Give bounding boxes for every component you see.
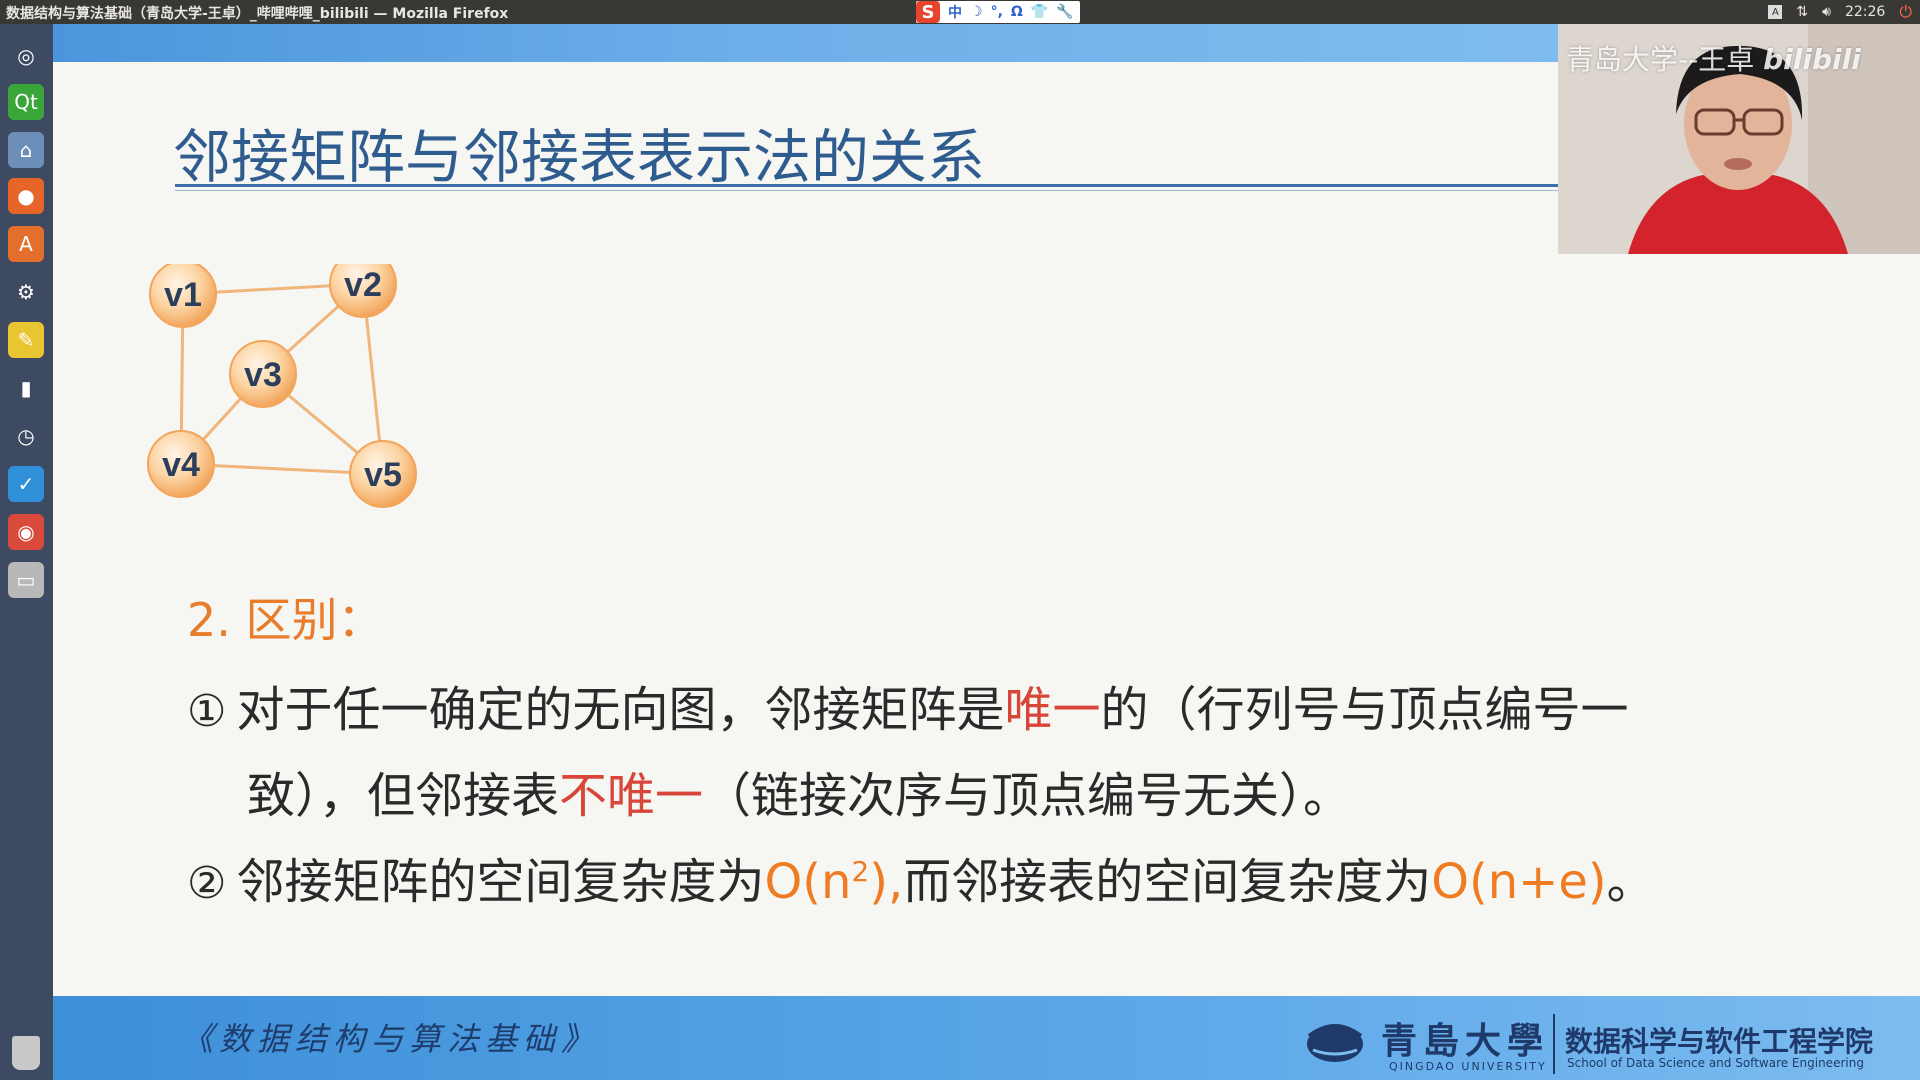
undirected-graph: v1 v2 v3 v4 v5 bbox=[147, 264, 417, 508]
graph-node-label-v2: v2 bbox=[344, 266, 382, 304]
item1-highlight-unique: 唯一 bbox=[1004, 682, 1101, 738]
settings-icon[interactable]: ⚙ bbox=[8, 274, 44, 310]
sogou-logo-icon[interactable]: S bbox=[916, 1, 940, 23]
editor-icon[interactable]: ✓ bbox=[8, 466, 44, 502]
drive-icon[interactable]: ▭ bbox=[8, 562, 44, 598]
school-name: 数据科学与软件工程学院 bbox=[1565, 1025, 1874, 1058]
ime-moon-icon[interactable]: ☽ bbox=[970, 4, 983, 20]
input-method-toolbar[interactable]: S 中 ☽ °, Ω 👕 🔧 bbox=[916, 1, 1080, 23]
university-logo-icon bbox=[1307, 1024, 1363, 1062]
item1-line2-a: 致），但邻接表 bbox=[247, 768, 560, 824]
difference-item-1: ① 对于任一确定的无向图，邻接矩阵是唯一的（行列号与顶点编号一 bbox=[187, 670, 1629, 740]
item2-text-b: 而邻接表的空间复杂度为 bbox=[903, 854, 1432, 910]
volume-icon[interactable]: 🔊︎ bbox=[1822, 4, 1831, 20]
keyboard-layout-icon[interactable]: A bbox=[1768, 5, 1783, 19]
ime-omega-icon[interactable]: Ω bbox=[1011, 4, 1023, 20]
software-center-icon[interactable]: A bbox=[8, 226, 44, 262]
matrix-complexity: O(n2), bbox=[764, 854, 904, 910]
power-icon[interactable]: ⏻ bbox=[1899, 2, 1912, 22]
list-complexity: O(n+e) bbox=[1431, 854, 1607, 910]
title-divider bbox=[175, 184, 1575, 187]
ime-chinese-mode[interactable]: 中 bbox=[948, 2, 962, 22]
notes-icon[interactable]: ✎ bbox=[8, 322, 44, 358]
university-name: 青島大學 bbox=[1381, 1020, 1550, 1062]
clock-icon[interactable]: ◷ bbox=[8, 418, 44, 454]
graph-node-label-v4: v4 bbox=[162, 446, 200, 484]
item-marker: ① bbox=[187, 686, 227, 737]
item2-end: 。 bbox=[1606, 854, 1655, 910]
footer-divider bbox=[1553, 1014, 1555, 1074]
video-watermark: 青岛大学--王卓 bilibili bbox=[1566, 43, 1861, 76]
item1-line2-b: （链接次序与顶点编号无关）。 bbox=[703, 768, 1352, 824]
difference-item-2: ② 邻接矩阵的空间复杂度为O(n2),而邻接表的空间复杂度为O(n+e)。 bbox=[187, 842, 1655, 912]
ubuntu-dash-icon[interactable]: ◎ bbox=[8, 38, 44, 74]
item-marker: ② bbox=[187, 858, 227, 909]
ime-punctuation-icon[interactable]: °, bbox=[991, 4, 1003, 20]
firefox-icon[interactable]: ● bbox=[8, 178, 44, 214]
university-name-en: QINGDAO UNIVERSITY bbox=[1389, 1060, 1547, 1073]
files-icon[interactable]: ⌂ bbox=[8, 132, 44, 168]
trash-icon[interactable] bbox=[12, 1036, 40, 1070]
graph-node-label-v5: v5 bbox=[364, 456, 402, 494]
school-name-en: School of Data Science and Software Engi… bbox=[1567, 1056, 1864, 1070]
difference-item-1-continued: 致），但邻接表不唯一（链接次序与顶点编号无关）。 bbox=[247, 756, 1351, 826]
item1-text-a: 对于任一确定的无向图，邻接矩阵是 bbox=[236, 682, 1005, 738]
title-divider-thin bbox=[175, 190, 1575, 191]
ime-skin-icon[interactable]: 👕 bbox=[1031, 4, 1048, 20]
graph-node-label-v1: v1 bbox=[164, 276, 202, 314]
course-name: 《数据结构与算法基础》 bbox=[181, 1020, 600, 1058]
graph-node-label-v3: v3 bbox=[244, 356, 282, 394]
chrome-icon[interactable]: ◉ bbox=[8, 514, 44, 550]
network-updown-icon[interactable]: ⇅ bbox=[1796, 4, 1808, 20]
launcher-sidebar: ◎ Qt ⌂ ● A ⚙ ✎ ▮ ◷ ✓ ◉ ▭ bbox=[0, 24, 53, 1080]
section-heading: 2. 区别： bbox=[187, 593, 384, 647]
qt-creator-icon[interactable]: Qt bbox=[8, 84, 44, 120]
ime-tools-icon[interactable]: 🔧 bbox=[1056, 4, 1073, 20]
clock[interactable]: 22:26 bbox=[1845, 4, 1885, 20]
item1-highlight-not-unique: 不唯一 bbox=[559, 768, 704, 824]
window-title: 数据结构与算法基础（青岛大学-王卓）_哔哩哔哩_bilibili — Mozil… bbox=[6, 6, 509, 22]
item1-text-b: 的（行列号与顶点编号一 bbox=[1100, 682, 1629, 738]
monitor-icon[interactable]: ▮ bbox=[8, 370, 44, 406]
system-tray: A ⇅ 🔊︎ 22:26 ⏻ bbox=[1768, 0, 1920, 24]
item2-text-a: 邻接矩阵的空间复杂度为 bbox=[236, 854, 765, 910]
system-top-bar: 数据结构与算法基础（青岛大学-王卓）_哔哩哔哩_bilibili — Mozil… bbox=[0, 0, 1920, 24]
slide-title: 邻接矩阵与邻接表表示法的关系 bbox=[173, 123, 986, 191]
webcam-overlay: 青岛大学--王卓 bilibili bbox=[1558, 24, 1920, 254]
